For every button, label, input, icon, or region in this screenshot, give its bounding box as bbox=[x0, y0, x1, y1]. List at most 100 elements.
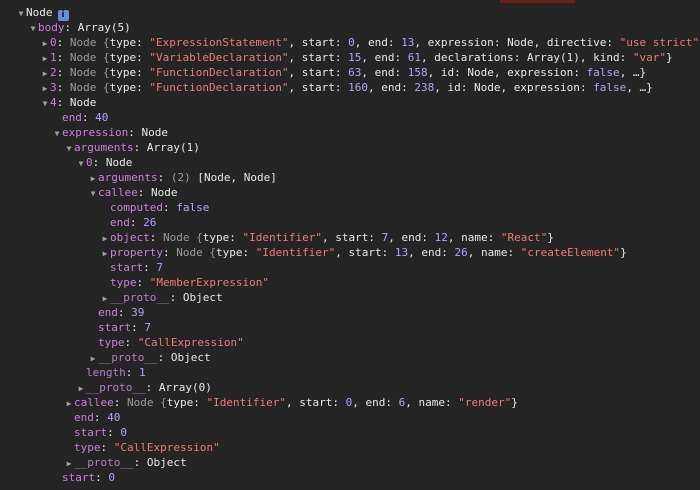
tree-row-arg0-callee[interactable]: ▼ callee: Node bbox=[88, 185, 178, 200]
property-value-fragment: : bbox=[169, 291, 183, 304]
property-value-fragment: start bbox=[301, 66, 335, 79]
expand-triangle-open-icon[interactable]: ▼ bbox=[88, 186, 98, 201]
tree-row-body-4[interactable]: ▼ 4: Node bbox=[40, 95, 97, 111]
property-value-fragment: 13 bbox=[401, 36, 415, 49]
property-value-fragment: 7 bbox=[144, 321, 151, 334]
property-value-fragment: : bbox=[579, 81, 594, 94]
property-value-fragment: : bbox=[56, 36, 70, 49]
property-value-fragment: , bbox=[288, 81, 302, 94]
expand-triangle-open-icon[interactable]: ▼ bbox=[52, 126, 62, 141]
property-key: type bbox=[98, 336, 125, 349]
property-value-fragment: } bbox=[547, 231, 554, 244]
property-value-fragment: , bbox=[288, 51, 302, 64]
property-value-fragment: expression bbox=[507, 66, 574, 79]
expand-triangle-closed-icon[interactable]: ▶ bbox=[100, 291, 110, 306]
property-key: 3 bbox=[50, 81, 57, 94]
tree-row-args-length: ▶length: 1 bbox=[76, 365, 146, 380]
property-value-fragment: Object bbox=[170, 351, 211, 364]
property-value-fragment: "render" bbox=[458, 396, 512, 409]
expand-triangle-closed-icon[interactable]: ▶ bbox=[88, 351, 98, 366]
property-value-fragment: type bbox=[215, 246, 243, 259]
tree-row-body[interactable]: ▼ body: Array(5) bbox=[28, 20, 131, 35]
expand-triangle-closed-icon[interactable]: ▶ bbox=[64, 456, 74, 471]
tree-row-b4-end: ▶end: 40 bbox=[52, 110, 108, 125]
property-value-fragment: Node bbox=[141, 126, 168, 139]
expand-triangle-open-icon[interactable]: ▼ bbox=[28, 21, 38, 36]
property-value-fragment: : bbox=[143, 261, 157, 274]
expand-triangle-open-icon[interactable]: ▼ bbox=[40, 96, 50, 111]
property-value-fragment: : bbox=[131, 321, 145, 334]
property-key: end bbox=[74, 411, 94, 424]
expand-triangle-closed-icon[interactable]: ▶ bbox=[40, 81, 50, 96]
property-key: arguments bbox=[74, 141, 134, 154]
tree-row-args-proto[interactable]: ▶ __proto__: Array(0) bbox=[76, 380, 212, 395]
property-value-fragment: : bbox=[136, 51, 150, 64]
tree-row-expr-proto[interactable]: ▶ __proto__: Object bbox=[64, 455, 187, 470]
property-key: __proto__ bbox=[110, 291, 170, 304]
property-value-fragment: end bbox=[367, 36, 388, 49]
expand-triangle-closed-icon[interactable]: ▶ bbox=[100, 246, 110, 261]
property-value-fragment: 7 bbox=[156, 261, 163, 274]
property-value-fragment: 15 bbox=[348, 51, 362, 64]
expand-triangle-closed-icon[interactable]: ▶ bbox=[40, 36, 50, 51]
property-value-fragment: Node { bbox=[176, 246, 216, 259]
expand-triangle-closed-icon[interactable]: ▶ bbox=[76, 381, 86, 396]
property-value-fragment: : bbox=[606, 36, 620, 49]
expand-triangle-closed-icon[interactable]: ▶ bbox=[100, 231, 110, 246]
property-value-fragment: "var" bbox=[632, 51, 667, 64]
property-value-fragment: , bbox=[321, 231, 336, 244]
property-value-fragment: id bbox=[440, 66, 455, 79]
property-key: body bbox=[38, 21, 65, 34]
property-value-fragment: 0 bbox=[108, 471, 115, 484]
property-key: 1 bbox=[50, 51, 57, 64]
property-value-fragment: type bbox=[109, 36, 137, 49]
tree-row-expr-end: ▶end: 40 bbox=[64, 410, 120, 425]
expand-triangle-closed-icon[interactable]: ▶ bbox=[40, 66, 50, 81]
tree-row-body-3[interactable]: ▶ 3: Node {type: "FunctionDeclaration", s… bbox=[40, 80, 653, 95]
tree-row-callee-start: ▶start: 7 bbox=[100, 260, 163, 275]
property-value-fragment: : bbox=[332, 396, 346, 409]
tree-row-callee-property[interactable]: ▶ property: Node {type: "Identifier", sta… bbox=[100, 245, 627, 260]
tree-row-arg-0[interactable]: ▼ 0: Node bbox=[76, 155, 133, 171]
console-object-tree: ▼ Node i ▼ body: Array(5) ▶ 0: Node {type: "Ex… bbox=[0, 5, 700, 490]
property-value-fragment: Array(1) bbox=[146, 141, 200, 154]
tree-row-arg0-proto[interactable]: ▶ __proto__: Object bbox=[88, 350, 211, 365]
property-value-fragment: : bbox=[149, 231, 163, 244]
tree-row-root[interactable]: ▼ Node i bbox=[16, 5, 69, 21]
property-value-fragment: "ExpressionStatement" bbox=[149, 36, 289, 49]
property-value-fragment: : bbox=[107, 426, 121, 439]
tree-row-body-0[interactable]: ▶ 0: Node {type: "ExpressionStatement", s… bbox=[40, 35, 700, 50]
expand-triangle-open-icon[interactable]: ▼ bbox=[76, 156, 86, 171]
expand-triangle-open-icon[interactable]: ▼ bbox=[16, 6, 26, 21]
tree-row-body-2[interactable]: ▶ 2: Node {type: "FunctionDeclaration", s… bbox=[40, 65, 647, 81]
property-key: expression bbox=[62, 126, 129, 139]
property-value-fragment: 63 bbox=[348, 66, 362, 79]
tree-row-arg0-arguments[interactable]: ▶ arguments: (2) [Node, Node] bbox=[88, 170, 277, 185]
tree-row-callee-object[interactable]: ▶ object: Node {type: "Identifier", start… bbox=[100, 230, 554, 245]
property-key: callee bbox=[98, 186, 138, 199]
property-value-fragment: Node bbox=[69, 96, 97, 109]
property-value-fragment: Node { bbox=[163, 231, 203, 244]
property-value-fragment: : bbox=[444, 396, 459, 409]
expand-triangle-closed-icon[interactable]: ▶ bbox=[40, 51, 50, 66]
property-value-fragment: start bbox=[301, 51, 335, 64]
property-value-fragment: "use strict" bbox=[619, 36, 700, 49]
expand-triangle-closed-icon[interactable]: ▶ bbox=[64, 396, 74, 411]
property-value-fragment: : bbox=[100, 441, 114, 454]
expand-triangle-open-icon[interactable]: ▼ bbox=[64, 141, 74, 156]
property-value-fragment: kind bbox=[593, 51, 620, 64]
property-value-fragment: Array(1) bbox=[526, 51, 580, 64]
tree-row-expr-callee[interactable]: ▶ callee: Node {type: "Identifier", start… bbox=[64, 395, 518, 410]
tree-row-b4-expression[interactable]: ▼ expression: Node bbox=[52, 125, 168, 140]
tree-row-callee-proto[interactable]: ▶ __proto__: Object bbox=[100, 290, 223, 305]
expand-triangle-closed-icon[interactable]: ▶ bbox=[88, 171, 98, 186]
property-value-fragment: 12 bbox=[434, 231, 448, 244]
property-value-fragment: : bbox=[460, 81, 474, 94]
property-value-fragment: , bbox=[288, 36, 302, 49]
property-value-fragment: : bbox=[573, 66, 587, 79]
tree-row-body-1[interactable]: ▶ 1: Node {type: "VariableDeclaration", s… bbox=[40, 50, 673, 65]
property-key: end bbox=[110, 216, 130, 229]
tree-row-expr-arguments[interactable]: ▼ arguments: Array(1) bbox=[64, 140, 200, 155]
property-value-fragment: type bbox=[109, 51, 137, 64]
property-value-fragment: "React" bbox=[500, 231, 548, 244]
